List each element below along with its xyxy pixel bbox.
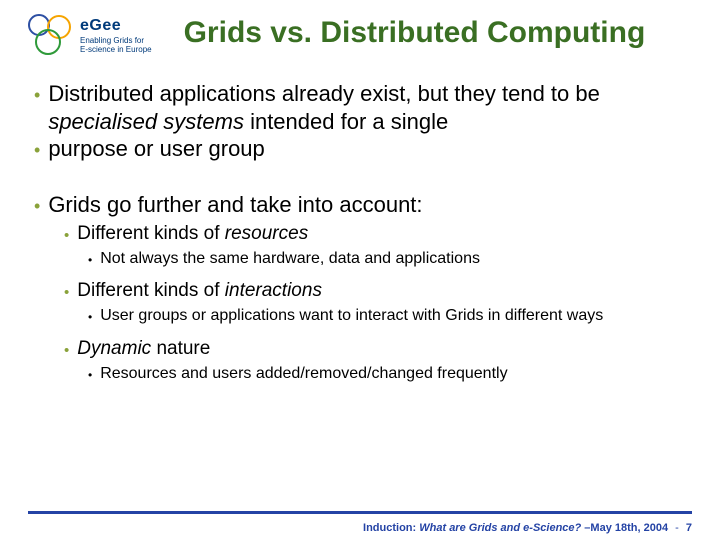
bullet-interactions: • Different kinds of interactions bbox=[64, 279, 692, 304]
bullet-icon: • bbox=[34, 84, 40, 107]
text-italic: Dynamic bbox=[77, 338, 151, 359]
bullet-icon: • bbox=[34, 139, 40, 162]
text: Different kinds of bbox=[77, 223, 225, 244]
bullet-distributed-apps: • Distributed applications already exist… bbox=[34, 80, 692, 135]
bullet-icon: • bbox=[64, 226, 69, 246]
logo-text: eGee Enabling Grids for E-science in Eur… bbox=[80, 17, 152, 55]
slide: eGee Enabling Grids for E-science in Eur… bbox=[0, 0, 720, 540]
text: Different kinds of bbox=[77, 280, 225, 301]
text-italic: specialised systems bbox=[48, 109, 244, 134]
bullet-resources-detail: • Not always the same hardware, data and… bbox=[88, 249, 692, 270]
text: nature bbox=[151, 338, 210, 359]
bullet-resources: • Different kinds of resources bbox=[64, 222, 692, 247]
bullet-grids-further: • Grids go further and take into account… bbox=[34, 191, 692, 219]
logo-brand: eGee bbox=[80, 17, 152, 35]
footer-page: 7 bbox=[686, 522, 692, 534]
text: Resources and users added/removed/change… bbox=[100, 364, 507, 385]
footer-rule bbox=[28, 511, 692, 514]
footer-date: –May 18th, 2004 bbox=[581, 522, 668, 534]
bullet-icon: • bbox=[88, 368, 92, 384]
bullet-icon: • bbox=[64, 283, 69, 303]
bullet-dynamic-detail: • Resources and users added/removed/chan… bbox=[88, 364, 692, 385]
bullet-dynamic: • Dynamic nature bbox=[64, 337, 692, 362]
slide-title: Grids vs. Distributed Computing bbox=[184, 16, 646, 51]
text: Distributed applications already exist, … bbox=[48, 81, 600, 106]
bullet-icon: • bbox=[88, 310, 92, 326]
logo-mark bbox=[28, 14, 74, 58]
bullet-icon: • bbox=[64, 341, 69, 361]
logo-tagline-2: E-science in Europe bbox=[80, 46, 152, 55]
text-italic: interactions bbox=[225, 280, 322, 301]
bullet-purpose: • purpose or user group bbox=[34, 135, 692, 163]
header: eGee Enabling Grids for E-science in Eur… bbox=[28, 14, 692, 58]
text: purpose or user group bbox=[48, 135, 264, 163]
text: Grids go further and take into account: bbox=[48, 191, 422, 219]
footer-sep: - bbox=[672, 522, 682, 534]
text: User groups or applications want to inte… bbox=[100, 306, 603, 327]
logo: eGee Enabling Grids for E-science in Eur… bbox=[28, 14, 152, 58]
bullet-icon: • bbox=[34, 195, 40, 218]
bullet-icon: • bbox=[88, 253, 92, 269]
footer: Induction: What are Grids and e-Science?… bbox=[363, 522, 692, 534]
footer-course: What are Grids and e-Science? bbox=[419, 522, 581, 534]
text: intended for a single bbox=[244, 109, 448, 134]
footer-course-prefix: Induction: bbox=[363, 522, 419, 534]
bullet-interactions-detail: • User groups or applications want to in… bbox=[88, 306, 692, 327]
text: Not always the same hardware, data and a… bbox=[100, 249, 480, 270]
text-italic: resources bbox=[225, 223, 308, 244]
content: • Distributed applications already exist… bbox=[28, 80, 692, 384]
